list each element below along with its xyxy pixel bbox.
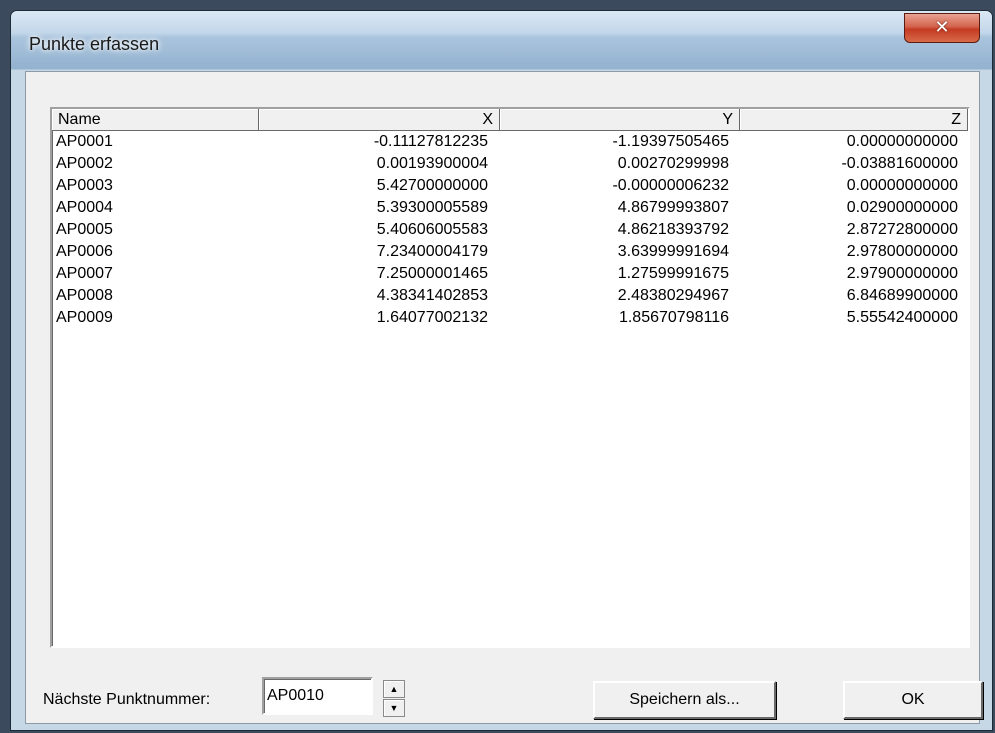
save-as-button[interactable]: Speichern als... bbox=[593, 681, 776, 719]
spin-down-button[interactable]: ▼ bbox=[383, 699, 405, 717]
close-icon: ✕ bbox=[934, 17, 950, 38]
next-point-number-label: Nächste Punktnummer: bbox=[43, 691, 211, 708]
x-cell: 7.23400004179 bbox=[376, 243, 488, 260]
arrow-up-icon: ▲ bbox=[389, 684, 399, 694]
x-cell: 7.25000001465 bbox=[376, 265, 488, 282]
y-cell: 4.86799993807 bbox=[617, 199, 729, 216]
list-row[interactable]: AP0005 5.40606005583 4.86218393792 2.872728… bbox=[52, 219, 968, 241]
z-cell: 0.00000000000 bbox=[846, 133, 958, 150]
y-cell: -0.00000006232 bbox=[612, 177, 729, 194]
z-cell: 5.55542400000 bbox=[846, 309, 958, 326]
point-name-cell: AP0006 bbox=[56, 243, 113, 260]
y-cell: 0.00270299998 bbox=[617, 155, 729, 172]
list-row[interactable]: AP0008 4.38341402853 2.48380294967 6.846899… bbox=[52, 285, 968, 307]
z-cell: 0.00000000000 bbox=[846, 177, 958, 194]
point-name-cell: AP0003 bbox=[56, 177, 113, 194]
y-cell: 3.63999991694 bbox=[617, 243, 729, 260]
window-title: Punkte erfassen bbox=[29, 34, 160, 54]
column-header-z[interactable]: Z bbox=[740, 109, 968, 131]
list-row[interactable]: AP0003 5.42700000000 -0.00000006232 0.00000… bbox=[52, 175, 968, 197]
list-row[interactable]: AP0009 1.64077002132 1.85670798116 5.555424… bbox=[52, 307, 968, 329]
list-row[interactable]: AP0004 5.39300005589 4.86799993807 0.029000… bbox=[52, 197, 968, 219]
x-cell: 5.39300005589 bbox=[376, 199, 488, 216]
arrow-down-icon: ▼ bbox=[389, 703, 399, 713]
next-point-number-input[interactable] bbox=[262, 677, 373, 715]
points-list[interactable]: Name X Y Z AP0001 -0.11127812235 -1.193975… bbox=[50, 107, 970, 648]
point-name-cell: AP0009 bbox=[56, 309, 113, 326]
list-row[interactable]: AP0002 0.00193900004 0.00270299998 -0.03881… bbox=[52, 153, 968, 175]
y-cell: 4.86218393792 bbox=[617, 221, 729, 238]
point-name-cell: AP0002 bbox=[56, 155, 113, 172]
point-name-cell: AP0004 bbox=[56, 199, 113, 216]
x-cell: -0.11127812235 bbox=[373, 133, 488, 150]
z-cell: 0.02900000000 bbox=[846, 199, 958, 216]
x-cell: 5.40606005583 bbox=[376, 221, 488, 238]
column-header-y[interactable]: Y bbox=[500, 109, 740, 131]
next-point-number-spinner: ▲ ▼ bbox=[383, 680, 405, 718]
x-cell: 0.00193900004 bbox=[376, 155, 488, 172]
z-cell: -0.03881600000 bbox=[841, 155, 958, 172]
y-cell: 2.48380294967 bbox=[617, 287, 729, 304]
spin-up-button[interactable]: ▲ bbox=[383, 680, 405, 698]
x-cell: 1.64077002132 bbox=[376, 309, 488, 326]
point-name-cell: AP0005 bbox=[56, 221, 113, 238]
list-rows: AP0001 -0.11127812235 -1.19397505465 0.0000… bbox=[52, 131, 968, 329]
y-cell: 1.85670798116 bbox=[618, 309, 729, 326]
list-row[interactable]: AP0007 7.25000001465 1.27599991675 2.979000… bbox=[52, 263, 968, 285]
z-cell: 2.97900000000 bbox=[846, 265, 958, 282]
list-row[interactable]: AP0006 7.23400004179 3.63999991694 2.978000… bbox=[52, 241, 968, 263]
x-cell: 4.38341402853 bbox=[376, 287, 488, 304]
dialog-client: Name X Y Z AP0001 -0.11127812235 -1.193975… bbox=[25, 71, 983, 724]
ok-button[interactable]: OK bbox=[843, 681, 983, 719]
title-bar[interactable]: Punkte erfassen ✕ bbox=[11, 11, 992, 59]
z-cell: 2.87272800000 bbox=[846, 221, 958, 238]
point-name-cell: AP0001 bbox=[56, 133, 113, 150]
column-header-name[interactable]: Name bbox=[52, 109, 259, 131]
point-name-cell: AP0008 bbox=[56, 287, 113, 304]
z-cell: 6.84689900000 bbox=[846, 287, 958, 304]
y-cell: -1.19397505465 bbox=[612, 133, 729, 150]
dialog-window: Punkte erfassen ✕ Name X Y Z AP0001 -0.11… bbox=[10, 10, 993, 731]
list-header: Name X Y Z bbox=[52, 109, 968, 131]
x-cell: 5.42700000000 bbox=[376, 177, 488, 194]
column-header-x[interactable]: X bbox=[259, 109, 500, 131]
list-row[interactable]: AP0001 -0.11127812235 -1.19397505465 0.0000… bbox=[52, 131, 968, 153]
y-cell: 1.27599991675 bbox=[617, 265, 729, 282]
point-name-cell: AP0007 bbox=[56, 265, 113, 282]
z-cell: 2.97800000000 bbox=[846, 243, 958, 260]
close-button[interactable]: ✕ bbox=[904, 13, 980, 43]
